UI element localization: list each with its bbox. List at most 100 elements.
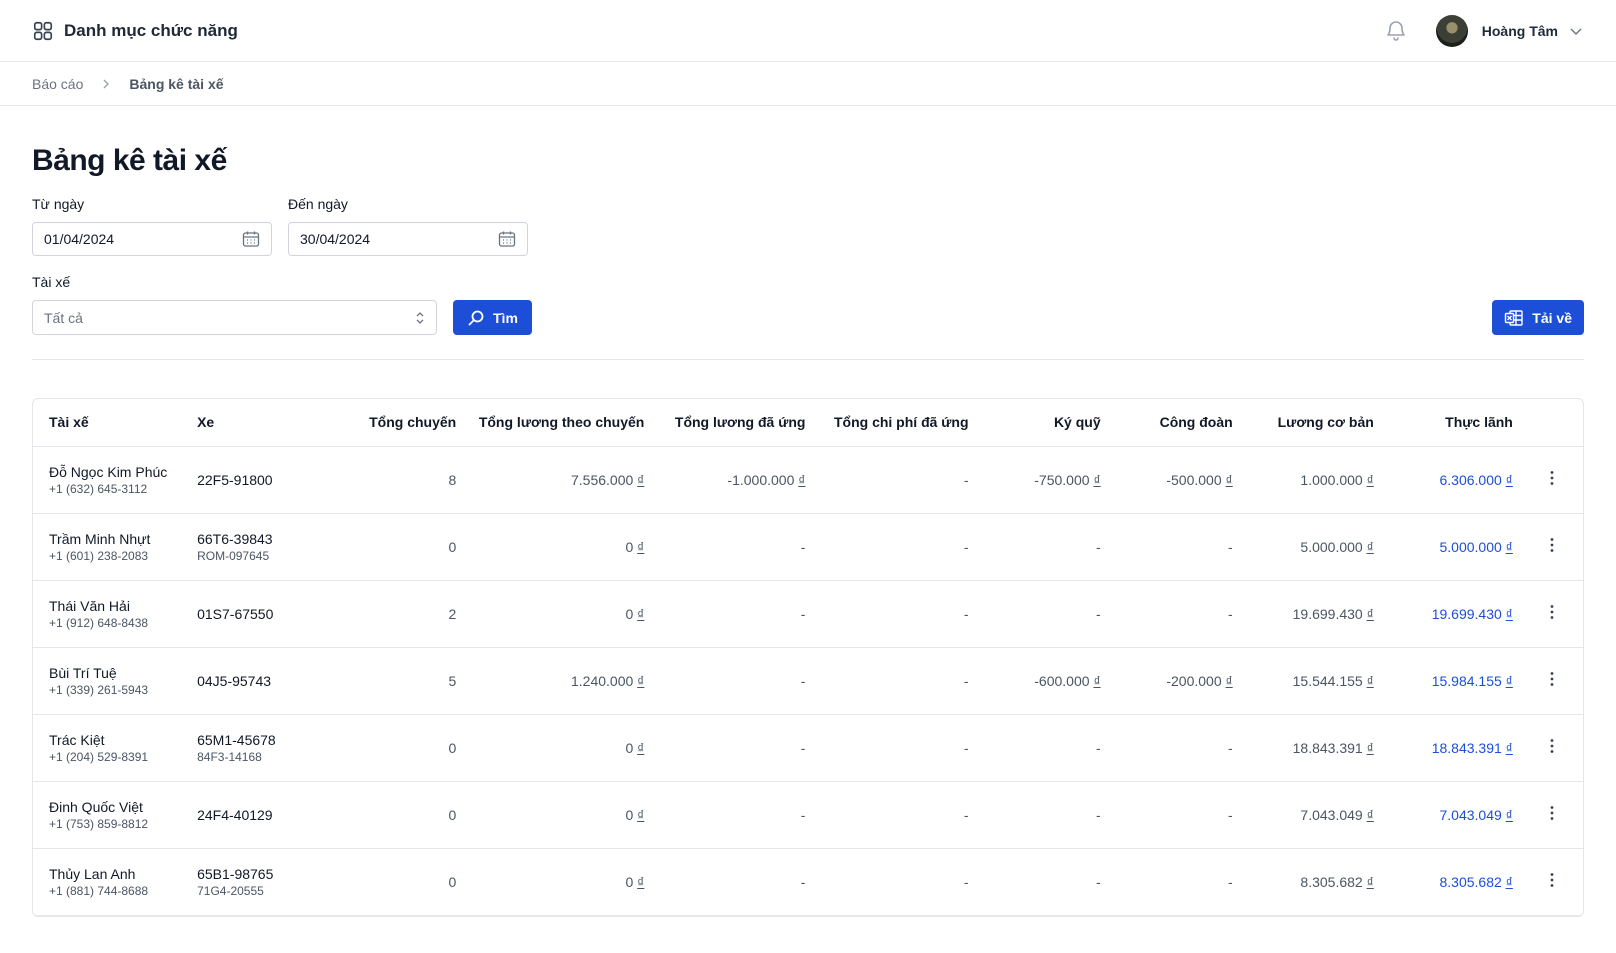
driver-name: Đỗ Ngọc Kim Phúc [49, 463, 168, 480]
from-date-value: 01/04/2024 [44, 231, 115, 247]
advanced_salary-cell: - [652, 647, 814, 715]
table-row[interactable]: Thủy Lan Anh +1 (881) 744-8688 65B1-98765 7… [33, 848, 1583, 916]
net-cell[interactable]: 8.305.682 ₫ [1381, 848, 1521, 916]
advanced_cost-value: - [963, 538, 969, 555]
row-actions-cell [1520, 848, 1583, 916]
advanced_cost-value: - [963, 739, 969, 756]
column-header: Xe [189, 399, 310, 447]
advanced_salary-value: - [800, 605, 806, 622]
trips-value: 0 [448, 806, 457, 823]
column-header-actions [1520, 399, 1583, 447]
avatar[interactable] [1435, 14, 1468, 47]
table-row[interactable]: Bùi Trí Tuệ +1 (339) 261-5943 04J5-95743 5 1… [33, 647, 1583, 715]
table-row[interactable]: Đinh Quốc Việt +1 (753) 859-8812 24F4-4012… [33, 781, 1583, 849]
net-cell[interactable]: 15.984.155 ₫ [1381, 647, 1521, 715]
download-button[interactable]: Tải về [1492, 300, 1584, 335]
calendar-icon[interactable] [497, 229, 517, 249]
advanced_salary-cell: - [652, 781, 814, 849]
driver-phone: +1 (601) 238-2083 [49, 548, 149, 563]
currency-symbol: ₫ [637, 605, 645, 622]
menu-button[interactable]: Danh mục chức năng [32, 20, 238, 42]
union-cell: -500.000 ₫ [1108, 446, 1241, 514]
table-row[interactable]: Trác Kiệt +1 (204) 529-8391 65M1-45678 84F3… [33, 714, 1583, 782]
driver-phone: +1 (204) 529-8391 [49, 749, 149, 764]
base_salary-value: 8.305.682 [1300, 873, 1363, 890]
to-date-input[interactable]: 30/04/2024 [288, 222, 528, 256]
net-cell[interactable]: 7.043.049 ₫ [1381, 781, 1521, 849]
advanced_cost-value: - [963, 605, 969, 622]
advanced_cost-cell: - [813, 513, 977, 581]
net-cell[interactable]: 19.699.430 ₫ [1381, 580, 1521, 648]
table-row[interactable]: Trầm Minh Nhựt +1 (601) 238-2083 66T6-3984… [33, 513, 1583, 581]
trips-cell: 2 [309, 580, 465, 648]
deposit-cell: - [976, 714, 1109, 782]
advanced_cost-value: - [963, 806, 969, 823]
advanced_salary-cell: -1.000.000 ₫ [652, 446, 814, 514]
base_salary-value: 7.043.049 [1300, 806, 1363, 823]
currency-symbol: ₫ [1505, 873, 1513, 890]
vehicle-plate: 65M1-45678 [197, 731, 276, 748]
union-cell: - [1108, 848, 1241, 916]
vehicle-plate: 01S7-67550 [197, 605, 274, 622]
driver-select-value: Tất cả [44, 309, 83, 326]
trip_salary-value: 0 [625, 806, 634, 823]
net-value: 18.843.391 [1431, 739, 1502, 756]
driver-phone: +1 (912) 648-8438 [49, 615, 149, 630]
search-button[interactable]: Tìm [453, 300, 532, 335]
driver-name: Đinh Quốc Việt [49, 798, 143, 815]
net-value: 5.000.000 [1439, 538, 1502, 555]
kebab-icon[interactable] [1543, 737, 1561, 755]
kebab-icon[interactable] [1543, 670, 1561, 688]
net-cell[interactable]: 6.306.000 ₫ [1381, 446, 1521, 514]
net-cell[interactable]: 5.000.000 ₫ [1381, 513, 1521, 581]
top-bar: Danh mục chức năng Hoàng Tâm [0, 0, 1616, 62]
currency-symbol: ₫ [1505, 806, 1513, 823]
advanced_salary-cell: - [652, 714, 814, 782]
trips-value: 2 [448, 605, 457, 622]
currency-symbol: ₫ [1366, 538, 1374, 555]
breadcrumb: Báo cáo Bảng kê tài xế [0, 62, 1616, 106]
vehicle-cell: 66T6-39843 ROM-097645 [189, 513, 310, 581]
vehicle-cell: 22F5-91800 [189, 446, 310, 514]
table-row[interactable]: Thái Văn Hải +1 (912) 648-8438 01S7-67550 2… [33, 580, 1583, 648]
net-cell[interactable]: 18.843.391 ₫ [1381, 714, 1521, 782]
kebab-icon[interactable] [1543, 804, 1561, 822]
net-value: 8.305.682 [1439, 873, 1502, 890]
trip_salary-cell: 1.240.000 ₫ [464, 647, 653, 715]
kebab-icon[interactable] [1543, 603, 1561, 621]
currency-symbol: ₫ [1505, 538, 1513, 555]
to-date-label: Đến ngày [288, 196, 348, 212]
driver-statement-table: Tài xế Xe Tổng chuyến Tổng lương theo ch… [32, 398, 1584, 917]
driver-select[interactable]: Tất cả [32, 300, 437, 335]
net-value: 7.043.049 [1439, 806, 1502, 823]
chevron-down-icon[interactable] [1568, 23, 1584, 39]
vehicle-plate: 24F4-40129 [197, 806, 273, 823]
trailer-plate: 84F3-14168 [197, 749, 262, 764]
kebab-icon[interactable] [1543, 871, 1561, 889]
table-row[interactable]: Đỗ Ngọc Kim Phúc +1 (632) 645-3112 22F5-91… [33, 446, 1583, 514]
vehicle-cell: 65M1-45678 84F3-14168 [189, 714, 310, 782]
currency-symbol: ₫ [637, 739, 645, 756]
trips-value: 0 [448, 739, 457, 756]
currency-symbol: ₫ [1366, 873, 1374, 890]
currency-symbol: ₫ [1505, 471, 1513, 488]
bell-icon[interactable] [1384, 19, 1408, 43]
search-icon [467, 309, 485, 327]
driver-phone: +1 (881) 744-8688 [49, 883, 149, 898]
user-name[interactable]: Hoàng Tâm [1482, 23, 1558, 39]
currency-symbol: ₫ [1366, 806, 1374, 823]
calendar-icon[interactable] [241, 229, 261, 249]
kebab-icon[interactable] [1543, 469, 1561, 487]
column-header: Tài xế [33, 399, 190, 447]
union-value: - [1228, 538, 1233, 555]
currency-symbol: ₫ [1366, 471, 1374, 488]
trips-cell: 0 [309, 781, 465, 849]
kebab-icon[interactable] [1543, 536, 1561, 554]
trips-cell: 5 [309, 647, 465, 715]
from-date-input[interactable]: 01/04/2024 [32, 222, 272, 256]
currency-symbol: ₫ [1366, 739, 1374, 756]
deposit-cell: - [976, 848, 1109, 916]
trips-cell: 0 [309, 848, 465, 916]
breadcrumb-parent[interactable]: Báo cáo [32, 76, 83, 92]
vehicle-plate: 04J5-95743 [197, 672, 272, 689]
